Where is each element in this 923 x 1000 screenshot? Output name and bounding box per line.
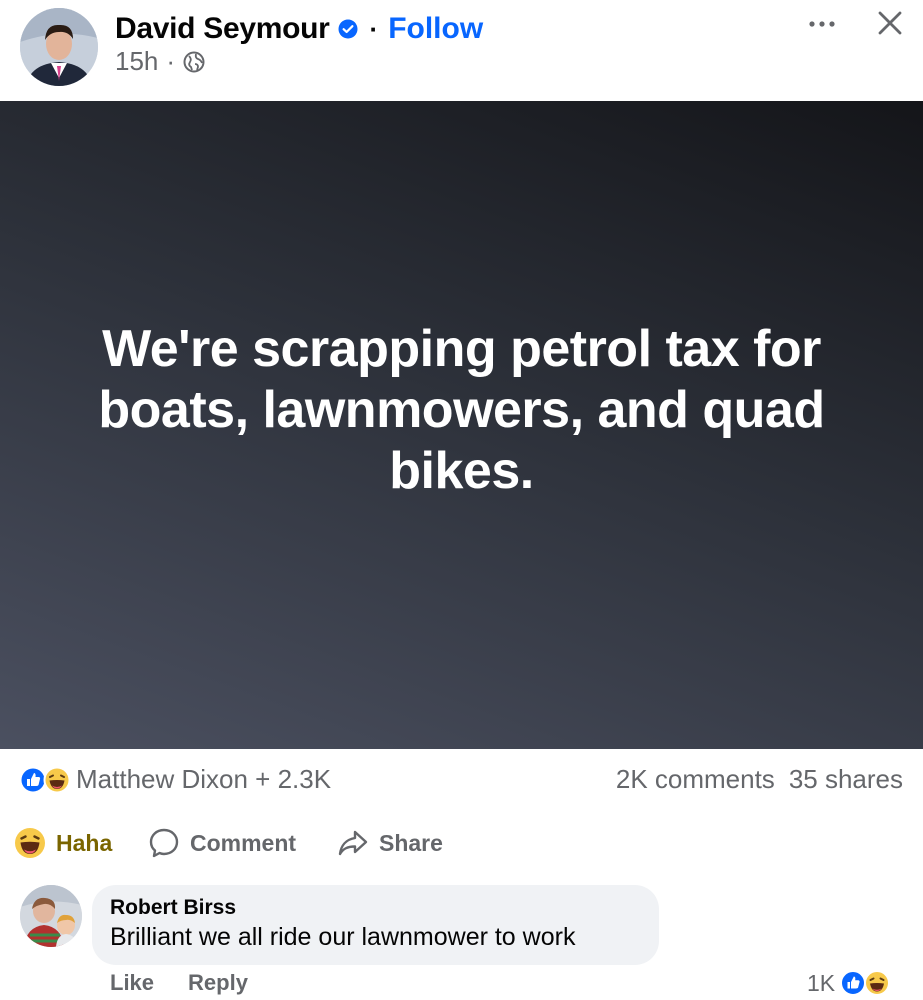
author-avatar[interactable]	[20, 8, 98, 86]
separator-dot: ·	[369, 13, 379, 44]
comment-bubble: Robert Birss Brilliant we all ride our l…	[92, 885, 659, 965]
post-text: We're scrapping petrol tax for boats, la…	[98, 319, 825, 500]
post-meta: 15h ·	[115, 46, 205, 77]
like-icon	[840, 970, 867, 996]
comment-text: Brilliant we all ride our lawnmower to w…	[110, 923, 576, 951]
reaction-stats: Matthew Dixon + 2.3K 2K comments 35 shar…	[0, 760, 923, 802]
haha-icon	[15, 828, 45, 858]
reaction-summary-icons[interactable]	[19, 765, 73, 795]
like-icon	[19, 766, 47, 794]
comment-icon	[149, 828, 179, 858]
reactors-text[interactable]: Matthew Dixon + 2.3K	[76, 764, 331, 795]
author-name[interactable]: David Seymour	[115, 12, 330, 46]
share-label: Share	[379, 829, 443, 856]
follow-button[interactable]: Follow	[388, 12, 483, 46]
stats-counts: 2K comments 35 shares	[616, 764, 903, 795]
share-icon	[338, 830, 368, 856]
haha-label: Haha	[56, 829, 113, 856]
comment-label: Comment	[190, 829, 297, 856]
haha-icon	[864, 970, 891, 996]
meta-separator: ·	[166, 46, 176, 76]
haha-button[interactable]: Haha	[14, 820, 112, 866]
comment-reply-button[interactable]: Reply	[188, 970, 248, 996]
more-options-icon[interactable]	[806, 10, 838, 34]
close-icon[interactable]	[873, 6, 907, 40]
comment-button[interactable]: Comment	[148, 820, 296, 866]
comment-actions: Like Reply	[110, 970, 248, 996]
comment-like-button[interactable]: Like	[110, 970, 154, 996]
haha-icon	[43, 766, 71, 794]
globe-icon	[183, 51, 205, 73]
author-row: David Seymour · Follow	[115, 12, 483, 46]
comment-reactions[interactable]: 1K	[807, 969, 895, 997]
shares-count[interactable]: 35 shares	[789, 764, 903, 795]
post-actions: Haha Comment Share	[0, 820, 923, 866]
comments-count[interactable]: 2K comments	[616, 764, 775, 795]
verified-badge-icon	[338, 19, 358, 39]
share-button[interactable]: Share	[337, 820, 443, 866]
commenter-avatar[interactable]	[20, 885, 82, 947]
comment-reaction-icons	[840, 970, 891, 996]
comment-reaction-count: 1K	[807, 969, 836, 996]
post-header: David Seymour · Follow 15h ·	[0, 0, 923, 101]
post-time[interactable]: 15h	[115, 46, 158, 77]
post-banner: We're scrapping petrol tax for boats, la…	[0, 101, 923, 749]
commenter-name[interactable]: Robert Birss	[110, 896, 236, 920]
